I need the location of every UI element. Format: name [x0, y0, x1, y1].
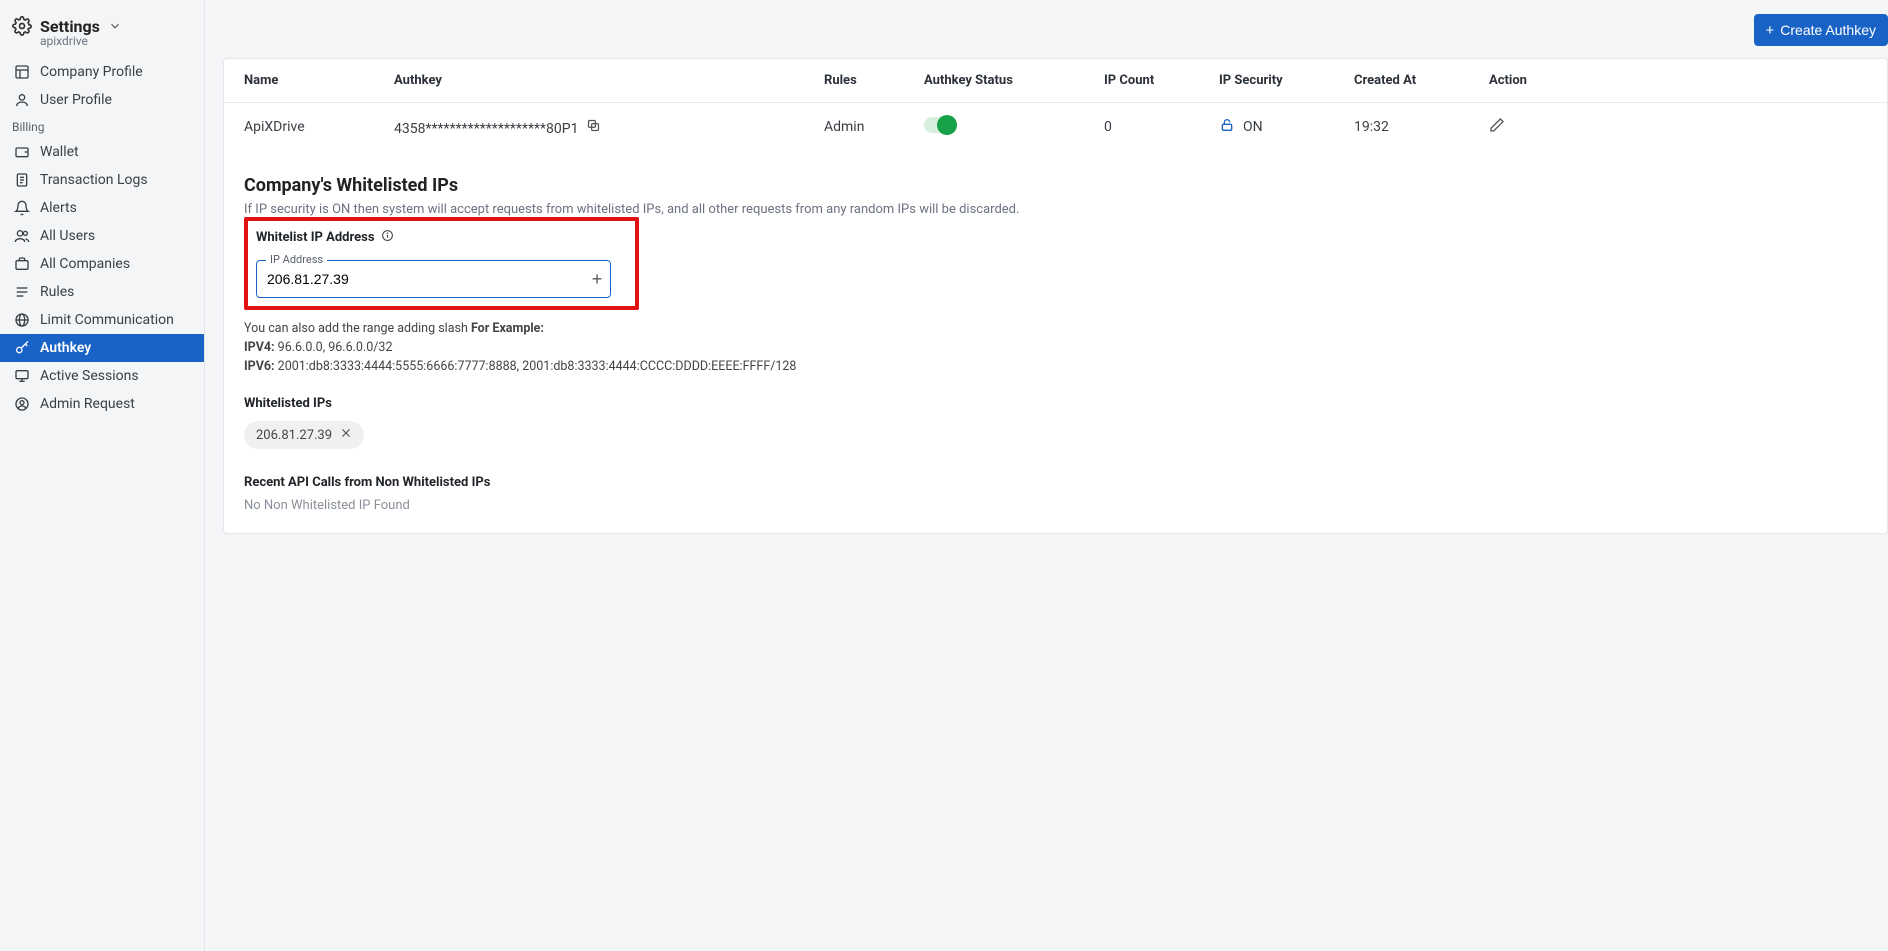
- create-authkey-button[interactable]: + Create Authkey: [1754, 14, 1888, 46]
- sidebar-item-user-profile[interactable]: User Profile: [0, 86, 204, 114]
- main-content: + Create Authkey Name Authkey Rules Auth…: [205, 0, 1888, 951]
- ip-chip: 206.81.27.39: [244, 421, 364, 449]
- whitelist-section: Company's Whitelisted IPs If IP security…: [224, 151, 1887, 533]
- chip-remove-icon[interactable]: [340, 427, 352, 443]
- bell-icon: [14, 200, 30, 216]
- ip-hint: You can also add the range adding slash …: [244, 320, 1867, 376]
- cell-ipsec: ON: [1219, 117, 1354, 137]
- layout-icon: [14, 64, 30, 80]
- sidebar-item-label: Authkey: [40, 340, 91, 356]
- add-ip-button[interactable]: +: [586, 268, 608, 290]
- col-ipcount: IP Count: [1104, 73, 1219, 88]
- plus-icon: +: [592, 269, 603, 290]
- table-row: ApiXDrive 4358********************80P1 A…: [224, 103, 1887, 151]
- cell-authkey: 4358********************80P1: [394, 118, 824, 137]
- globe-icon: [14, 312, 30, 328]
- sidebar-item-alerts[interactable]: Alerts: [0, 194, 204, 222]
- cell-ipcount: 0: [1104, 119, 1219, 135]
- logs-icon: [14, 172, 30, 188]
- sidebar-item-company-profile[interactable]: Company Profile: [0, 58, 204, 86]
- info-icon[interactable]: [381, 229, 394, 246]
- sidebar-item-label: Admin Request: [40, 396, 135, 412]
- sidebar-item-label: Alerts: [40, 200, 77, 216]
- sidebar-item-authkey[interactable]: Authkey: [0, 334, 204, 362]
- recent-calls-heading: Recent API Calls from Non Whitelisted IP…: [244, 475, 1867, 490]
- ip-field-wrap: IP Address +: [256, 260, 627, 298]
- sidebar-title: Settings: [40, 17, 100, 36]
- authkey-table: Name Authkey Rules Authkey Status IP Cou…: [224, 59, 1887, 151]
- status-toggle[interactable]: [924, 117, 954, 133]
- none-found-text: No Non Whitelisted IP Found: [244, 498, 1867, 513]
- copy-icon[interactable]: [586, 118, 601, 133]
- hint-pre: You can also add the range adding slash: [244, 321, 471, 336]
- chip-label: 206.81.27.39: [256, 428, 332, 443]
- col-action: Action: [1489, 73, 1569, 88]
- wallet-icon: [14, 144, 30, 160]
- sidebar-item-label: All Companies: [40, 256, 130, 272]
- sidebar-item-label: Rules: [40, 284, 74, 300]
- sidebar-section-billing: Billing: [0, 114, 204, 138]
- hint-ipv6: 2001:db8:3333:4444:5555:6666:7777:8888, …: [275, 359, 797, 374]
- sidebar-item-label: Limit Communication: [40, 312, 174, 328]
- sidebar-item-active-sessions[interactable]: Active Sessions: [0, 362, 204, 390]
- hint-ipv6-label: IPV6:: [244, 359, 275, 374]
- sidebar-item-admin-request[interactable]: Admin Request: [0, 390, 204, 418]
- user-icon: [14, 92, 30, 108]
- col-ipsec: IP Security: [1219, 73, 1354, 88]
- sidebar-item-wallet[interactable]: Wallet: [0, 138, 204, 166]
- col-authkey: Authkey: [394, 73, 824, 88]
- admin-icon: [14, 396, 30, 412]
- authkey-value: 4358********************80P1: [394, 121, 579, 137]
- highlight-annotation: Whitelist IP Address IP Address +: [244, 217, 639, 310]
- gear-icon: [12, 16, 32, 36]
- key-icon: [14, 340, 30, 356]
- lock-icon: [1219, 117, 1235, 137]
- whitelist-field-label: Whitelist IP Address: [256, 225, 627, 246]
- whitelisted-ips-heading: Whitelisted IPs: [244, 396, 1867, 411]
- table-header: Name Authkey Rules Authkey Status IP Cou…: [224, 59, 1887, 103]
- field-label-text: Whitelist IP Address: [256, 230, 375, 245]
- button-label: Create Authkey: [1780, 22, 1876, 38]
- whitelist-description: If IP security is ON then system will ac…: [244, 202, 1867, 217]
- col-name: Name: [244, 73, 394, 88]
- cell-rules: Admin: [824, 119, 924, 135]
- hint-for: For Example:: [471, 321, 544, 336]
- sidebar-item-rules[interactable]: Rules: [0, 278, 204, 306]
- hint-ipv4: 96.6.0.0, 96.6.0.0/32: [275, 340, 393, 355]
- col-created: Created At: [1354, 73, 1489, 88]
- sidebar-item-label: User Profile: [40, 92, 112, 108]
- sidebar-item-label: All Users: [40, 228, 95, 244]
- sidebar-subtitle: apixdrive: [0, 34, 204, 58]
- rules-icon: [14, 284, 30, 300]
- sidebar-item-label: Transaction Logs: [40, 172, 148, 188]
- sidebar-item-limit-communication[interactable]: Limit Communication: [0, 306, 204, 334]
- ipsec-value: ON: [1243, 119, 1263, 135]
- hint-ipv4-label: IPV4:: [244, 340, 275, 355]
- users-icon: [14, 228, 30, 244]
- authkey-card: Name Authkey Rules Authkey Status IP Cou…: [223, 58, 1888, 534]
- col-status: Authkey Status: [924, 73, 1104, 88]
- sidebar: Settings apixdrive Company Profile User …: [0, 0, 205, 951]
- sidebar-item-label: Active Sessions: [40, 368, 139, 384]
- edit-icon[interactable]: [1489, 121, 1505, 137]
- sidebar-item-label: Wallet: [40, 144, 79, 160]
- cell-created: 19:32: [1354, 119, 1489, 135]
- sidebar-item-all-companies[interactable]: All Companies: [0, 250, 204, 278]
- sessions-icon: [14, 368, 30, 384]
- topbar: + Create Authkey: [223, 10, 1888, 58]
- plus-icon: +: [1766, 23, 1775, 38]
- sidebar-item-transaction-logs[interactable]: Transaction Logs: [0, 166, 204, 194]
- cell-action: [1489, 117, 1569, 137]
- col-rules: Rules: [824, 73, 924, 88]
- briefcase-icon: [14, 256, 30, 272]
- sidebar-item-all-users[interactable]: All Users: [0, 222, 204, 250]
- chevron-down-icon: [108, 19, 122, 33]
- cell-name: ApiXDrive: [244, 119, 394, 135]
- sidebar-item-label: Company Profile: [40, 64, 143, 80]
- ip-float-label: IP Address: [266, 253, 327, 266]
- sidebar-header[interactable]: Settings: [0, 12, 204, 36]
- cell-status: [924, 117, 1104, 137]
- whitelist-heading: Company's Whitelisted IPs: [244, 175, 1867, 196]
